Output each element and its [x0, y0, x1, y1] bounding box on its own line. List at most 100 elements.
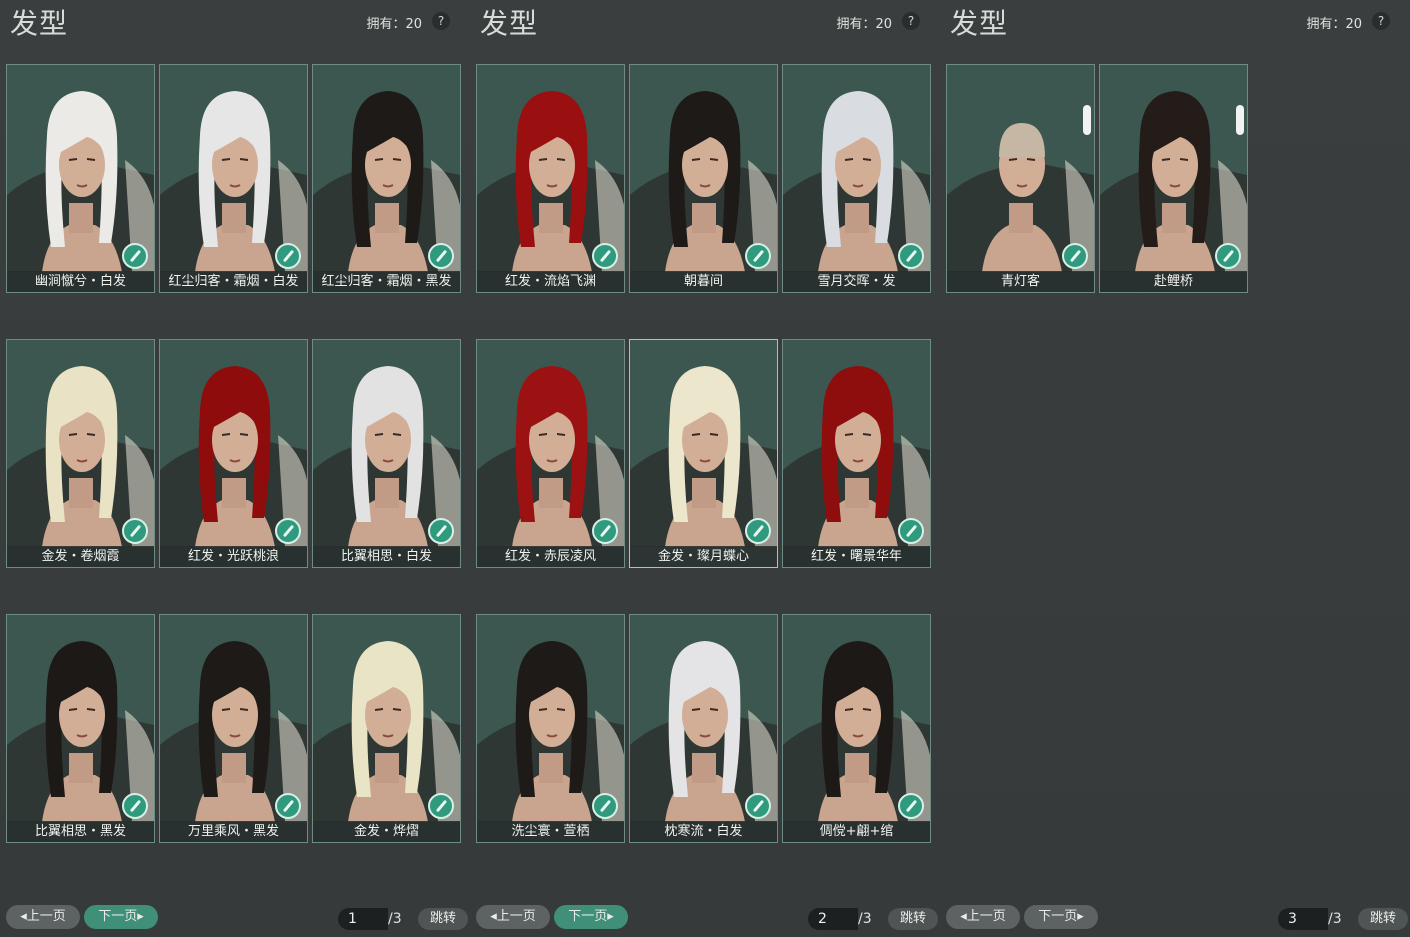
- brush-dye-icon[interactable]: [592, 518, 618, 544]
- next-page-button[interactable]: 下一页▸: [1024, 905, 1098, 929]
- next-page-button[interactable]: 下一页▸: [554, 905, 628, 929]
- brush-dye-icon[interactable]: [122, 793, 148, 819]
- hairstyle-card[interactable]: 红发・赤辰凌风: [476, 339, 625, 568]
- prev-page-button[interactable]: ◂上一页: [476, 905, 550, 929]
- hairstyle-card[interactable]: 倜傥+翩+绾: [782, 614, 931, 843]
- hairstyle-card[interactable]: 万里乘风・黑发: [159, 614, 308, 843]
- hairstyle-name: 朝暮间: [630, 271, 777, 292]
- brush-dye-icon[interactable]: [428, 243, 454, 269]
- page-number-input[interactable]: 2: [808, 908, 858, 930]
- hairstyle-portrait: [947, 65, 1094, 272]
- hairstyle-card[interactable]: 雪月交晖・发: [782, 64, 931, 293]
- hairstyle-name: 雪月交晖・发: [783, 271, 930, 292]
- brush-dye-icon[interactable]: [275, 518, 301, 544]
- hairstyle-name: 红尘归客・霜烟・黑发: [313, 271, 460, 292]
- brush-dye-icon[interactable]: [745, 518, 771, 544]
- hairstyle-name: 红发・流焰飞渊: [477, 271, 624, 292]
- hairstyle-card[interactable]: 金发・烨熠: [312, 614, 461, 843]
- panel-title: 发型: [10, 7, 69, 40]
- pagination: ◂上一页 下一页▸ 3/3 跳转: [940, 905, 1410, 931]
- brush-dye-icon[interactable]: [122, 243, 148, 269]
- hairstyle-name: 比翼相思・黑发: [7, 821, 154, 842]
- brush-dye-icon[interactable]: [898, 793, 924, 819]
- question-icon[interactable]: ?: [432, 12, 450, 30]
- pagination: ◂上一页 下一页▸ 1/3 跳转: [0, 905, 470, 931]
- hairstyle-name: 枕寒流・白发: [630, 821, 777, 842]
- hairstyle-name: 洗尘寰・萱栖: [477, 821, 624, 842]
- jump-button[interactable]: 跳转: [1358, 908, 1408, 930]
- hairstyle-card[interactable]: 赴鲤桥: [1099, 64, 1248, 293]
- page-total: /3: [388, 911, 402, 927]
- jump-button[interactable]: 跳转: [888, 908, 938, 930]
- hairstyle-portrait: [7, 615, 154, 822]
- hairstyle-portrait: [783, 340, 930, 547]
- jump-button[interactable]: 跳转: [418, 908, 468, 930]
- hairstyle-name: 红发・光跃桃浪: [160, 546, 307, 567]
- owned-count: 拥有：20: [836, 17, 892, 32]
- panel-title: 发型: [950, 7, 1009, 40]
- hairstyle-portrait: [313, 65, 460, 272]
- hairstyle-portrait: [477, 65, 624, 272]
- hairstyle-portrait: [7, 340, 154, 547]
- hairstyle-card[interactable]: 洗尘寰・萱栖: [476, 614, 625, 843]
- brush-dye-icon[interactable]: [898, 518, 924, 544]
- hairstyle-portrait: [7, 65, 154, 272]
- hairstyle-card[interactable]: 红发・曙景华年: [782, 339, 931, 568]
- hairstyle-card[interactable]: 金发・卷烟霞: [6, 339, 155, 568]
- hairstyle-card[interactable]: 红发・光跃桃浪: [159, 339, 308, 568]
- prev-page-button[interactable]: ◂上一页: [946, 905, 1020, 929]
- hairstyle-portrait: [313, 615, 460, 822]
- hairstyle-card[interactable]: 幽涧憱兮・白发: [6, 64, 155, 293]
- hairstyle-name: 红发・赤辰凌风: [477, 546, 624, 567]
- panel-title: 发型: [480, 7, 539, 40]
- owned-count: 拥有：20: [366, 17, 422, 32]
- hairstyle-card[interactable]: 红尘归客・霜烟・白发: [159, 64, 308, 293]
- hairstyle-portrait: [160, 615, 307, 822]
- prev-page-button[interactable]: ◂上一页: [6, 905, 80, 929]
- page-number-input[interactable]: 3: [1278, 908, 1328, 930]
- hairstyle-portrait: [160, 65, 307, 272]
- hairstyle-card[interactable]: 青灯客: [946, 64, 1095, 293]
- hairstyle-portrait: [160, 340, 307, 547]
- hairstyle-name: 红尘归客・霜烟・白发: [160, 271, 307, 292]
- brush-dye-icon[interactable]: [1062, 243, 1088, 269]
- hairstyle-portrait: [783, 615, 930, 822]
- brush-dye-icon[interactable]: [122, 518, 148, 544]
- hairstyle-card[interactable]: 枕寒流・白发: [629, 614, 778, 843]
- brush-dye-icon[interactable]: [745, 793, 771, 819]
- brush-dye-icon[interactable]: [592, 243, 618, 269]
- hairstyle-card[interactable]: 金发・璨月蝶心: [629, 339, 778, 568]
- question-icon[interactable]: ?: [902, 12, 920, 30]
- hairstyle-name: 赴鲤桥: [1100, 271, 1247, 292]
- hairstyle-portrait: [630, 340, 777, 547]
- hairstyle-name: 万里乘风・黑发: [160, 821, 307, 842]
- brush-dye-icon[interactable]: [592, 793, 618, 819]
- hairstyle-panel-2: 发型 拥有：20? 红发・流焰飞渊 朝暮间 雪月交晖・发红发・赤辰凌风 金发・璨月蝶心 红发…: [470, 0, 940, 937]
- page-total: /3: [1328, 911, 1342, 927]
- hairstyle-name: 金发・卷烟霞: [7, 546, 154, 567]
- hairstyle-card[interactable]: 比翼相思・白发: [312, 339, 461, 568]
- hairstyle-card[interactable]: 比翼相思・黑发: [6, 614, 155, 843]
- hairstyle-name: 红发・曙景华年: [783, 546, 930, 567]
- brush-dye-icon[interactable]: [1215, 243, 1241, 269]
- brush-dye-icon[interactable]: [745, 243, 771, 269]
- hairstyle-name: 青灯客: [947, 271, 1094, 292]
- brush-dye-icon[interactable]: [275, 243, 301, 269]
- hairstyle-name: 金发・璨月蝶心: [630, 546, 777, 567]
- tag-icon: [1083, 105, 1091, 135]
- next-page-button[interactable]: 下一页▸: [84, 905, 158, 929]
- page-number-input[interactable]: 1: [338, 908, 388, 930]
- hairstyle-name: 金发・烨熠: [313, 821, 460, 842]
- brush-dye-icon[interactable]: [898, 243, 924, 269]
- brush-dye-icon[interactable]: [275, 793, 301, 819]
- hairstyle-panel-1: 发型 拥有：20? 幽涧憱兮・白发 红尘归客・霜烟・白发 红尘归客・霜烟・黑发金发・卷烟…: [0, 0, 470, 937]
- hairstyle-name: 幽涧憱兮・白发: [7, 271, 154, 292]
- brush-dye-icon[interactable]: [428, 793, 454, 819]
- hairstyle-portrait: [630, 615, 777, 822]
- pagination: ◂上一页 下一页▸ 2/3 跳转: [470, 905, 940, 931]
- hairstyle-card[interactable]: 红尘归客・霜烟・黑发: [312, 64, 461, 293]
- brush-dye-icon[interactable]: [428, 518, 454, 544]
- hairstyle-card[interactable]: 红发・流焰飞渊: [476, 64, 625, 293]
- hairstyle-card[interactable]: 朝暮间: [629, 64, 778, 293]
- question-icon[interactable]: ?: [1372, 12, 1390, 30]
